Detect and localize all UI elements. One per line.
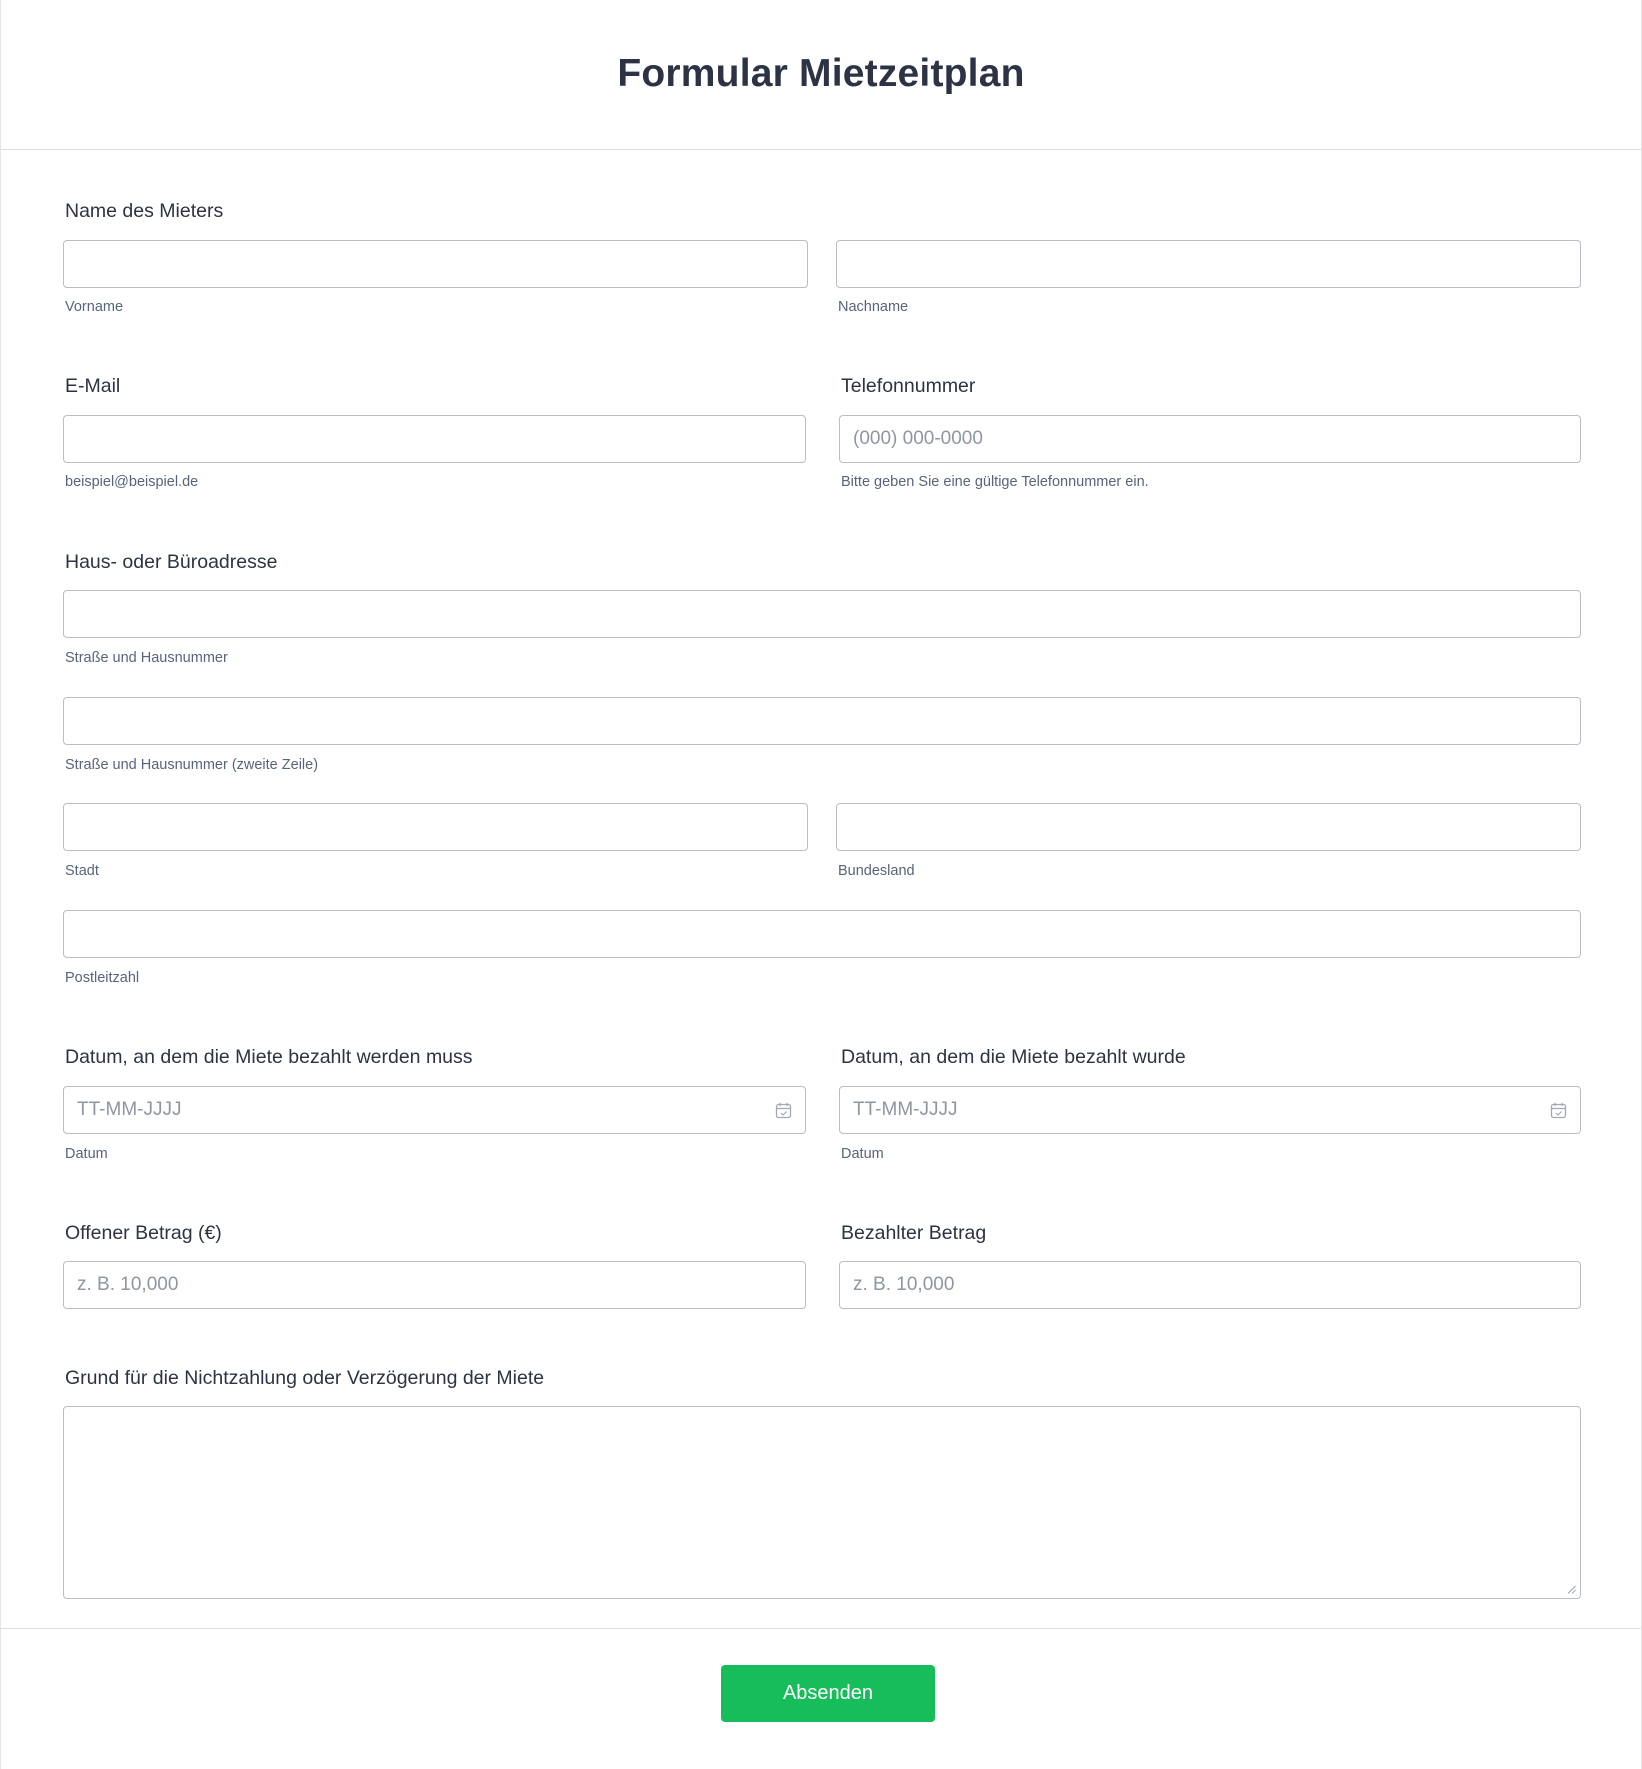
city-input[interactable] (63, 803, 808, 851)
due-date-input[interactable]: TT-MM-JJJJ (63, 1086, 806, 1134)
city-sublabel: Stadt (65, 863, 99, 879)
paid-date-sublabel: Datum (841, 1146, 884, 1162)
form-body: Name des Mieters Vorname Nachname E-Mail… (1, 150, 1641, 1628)
resize-grip-icon[interactable] (1567, 1585, 1576, 1594)
street1-input[interactable] (63, 590, 1581, 638)
state-sublabel: Bundesland (838, 863, 915, 879)
due-date-label: Datum, an dem die Miete bezahlt werden m… (65, 1046, 473, 1068)
form-footer: Absenden (1, 1628, 1641, 1769)
email-input[interactable] (63, 415, 806, 463)
last-name-sublabel: Nachname (838, 299, 909, 315)
paid-date-label: Datum, an dem die Miete bezahlt wurde (841, 1046, 1186, 1068)
due-date-sublabel: Datum (65, 1146, 108, 1162)
zip-input[interactable] (63, 910, 1581, 958)
email-sublabel: beispiel@beispiel.de (65, 474, 199, 490)
phone-sublabel: Bitte geben Sie eine gültige Telefonnumm… (841, 474, 1149, 490)
form-header: Formular Mietzeitplan (1, 0, 1641, 150)
paid-date-input[interactable]: TT-MM-JJJJ (839, 1086, 1581, 1134)
street1-sublabel: Straße und Hausnummer (65, 650, 228, 666)
address-label: Haus- oder Büroadresse (65, 551, 278, 573)
form-card: Formular Mietzeitplan Name des Mieters V… (0, 0, 1642, 1769)
street2-sublabel: Straße und Hausnummer (zweite Zeile) (65, 757, 319, 773)
email-label: E-Mail (65, 375, 121, 397)
last-name-input[interactable] (836, 240, 1581, 288)
calendar-icon[interactable] (775, 1102, 792, 1119)
phone-label: Telefonnummer (841, 375, 976, 397)
submit-button[interactable]: Absenden (721, 1665, 935, 1722)
open-amount-input[interactable]: z. B. 10,000 (63, 1261, 806, 1309)
open-amount-placeholder: z. B. 10,000 (77, 1274, 179, 1295)
phone-placeholder: (000) 000-0000 (853, 428, 983, 449)
tenant-name-label: Name des Mieters (65, 200, 224, 222)
paid-date-placeholder: TT-MM-JJJJ (853, 1099, 958, 1120)
state-input[interactable] (836, 803, 1581, 851)
open-amount-label: Offener Betrag (€) (65, 1222, 222, 1244)
paid-amount-input[interactable]: z. B. 10,000 (839, 1261, 1581, 1309)
paid-amount-placeholder: z. B. 10,000 (853, 1274, 955, 1295)
reason-textarea[interactable] (63, 1406, 1581, 1599)
calendar-icon[interactable] (1550, 1102, 1567, 1119)
first-name-sublabel: Vorname (65, 299, 124, 315)
due-date-placeholder: TT-MM-JJJJ (77, 1099, 182, 1120)
reason-label: Grund für die Nichtzahlung oder Verzöger… (65, 1367, 545, 1389)
form-title: Formular Mietzeitplan (617, 51, 1025, 95)
first-name-input[interactable] (63, 240, 808, 288)
phone-input[interactable]: (000) 000-0000 (839, 415, 1581, 463)
street2-input[interactable] (63, 697, 1581, 745)
zip-sublabel: Postleitzahl (65, 970, 140, 986)
paid-amount-label: Bezahlter Betrag (841, 1222, 987, 1244)
